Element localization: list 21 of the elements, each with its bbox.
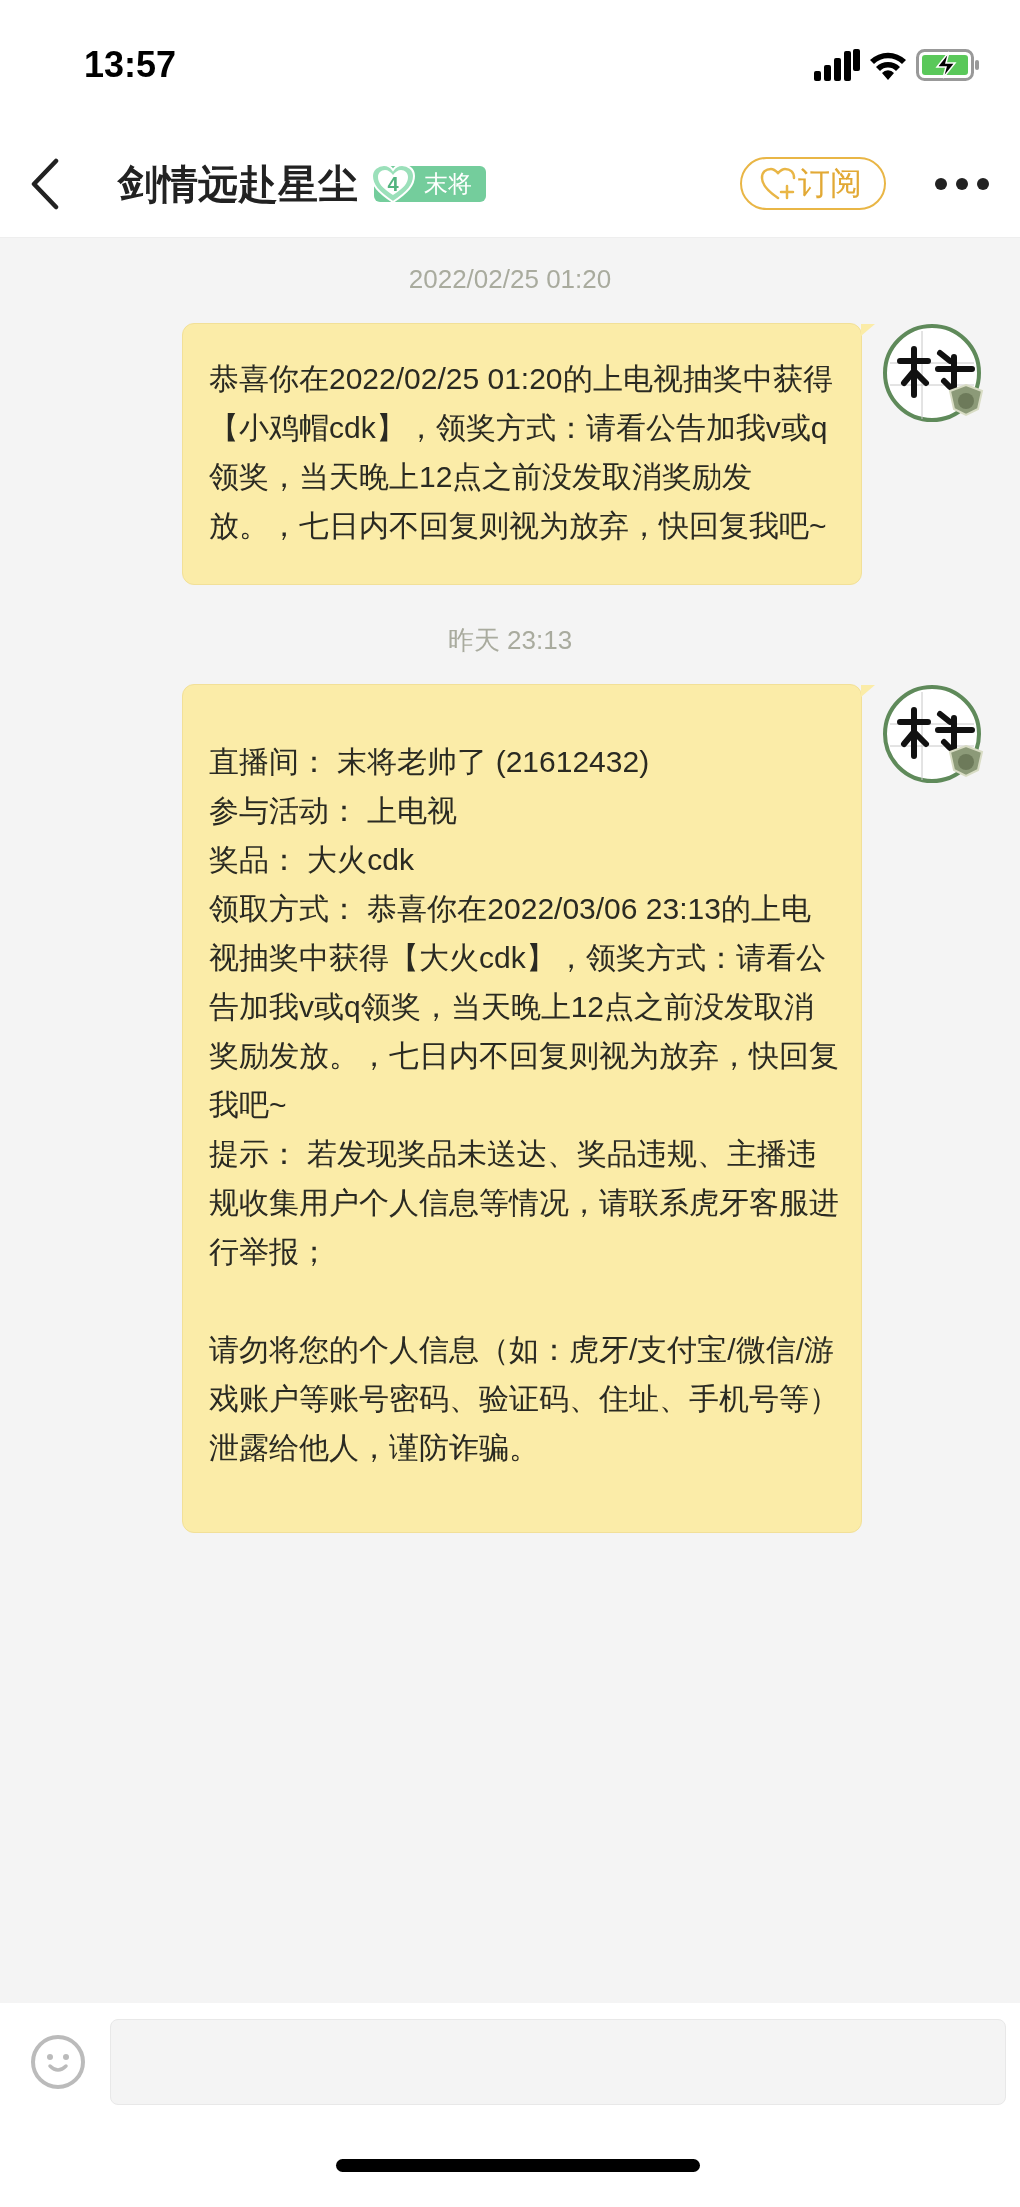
chat-title: 剑情远赴星尘 (118, 160, 358, 208)
back-icon[interactable] (30, 157, 60, 210)
rank-label: 末将 (424, 168, 472, 199)
message-text: 参与活动： 上电视 (209, 793, 459, 829)
message-text: 奖品： 大火cdk (209, 842, 416, 878)
subscribe-button[interactable]: 订阅 (740, 156, 886, 211)
heart-plus-icon (760, 166, 796, 201)
heart-icon (370, 163, 416, 204)
message-time: 2022/02/25 01:20 (408, 264, 612, 294)
signal-icon (814, 49, 860, 81)
battery-icon (916, 49, 980, 81)
more-icon[interactable] (934, 176, 990, 191)
message-text: 领取方式： 恭喜你在2022/03/06 23:13的上电视抽奖中获得【大火cdk】，领奖方式：请看公告加我v或q领奖，当天晚上12点之前没发取消奖励发放。，七日内不回复则视为放弃，快回复我吧~ (209, 891, 839, 1123)
message-text: 恭喜你在2022/02/25 01:20的上电视抽奖中获得【小鸡帽cdk】，领奖方式：请看公告加我v或q领奖，当天晚上12点之前没发取消奖励发放。，七日内不回复则视为放弃，快回复我吧~ (209, 361, 834, 544)
message-text: 直播间： 末将老帅了 (21612432) (209, 744, 651, 780)
message-time: 昨天 23:13 (447, 625, 573, 655)
wifi-icon (868, 50, 908, 80)
message-text: 请勿将您的个人信息（如：虎牙/支付宝/微信/游戏账户等账号密码、验证码、住址、手机号等）泄露给他人，谨防诈骗。 (209, 1332, 839, 1466)
rank-number: 4 (387, 171, 399, 197)
status-time: 13:57 (84, 43, 177, 87)
message-text: 提示： 若发现奖品未送达、奖品违规、主播违规收集用户个人信息等情况，请联系虎牙客服进行举报； (209, 1136, 839, 1270)
